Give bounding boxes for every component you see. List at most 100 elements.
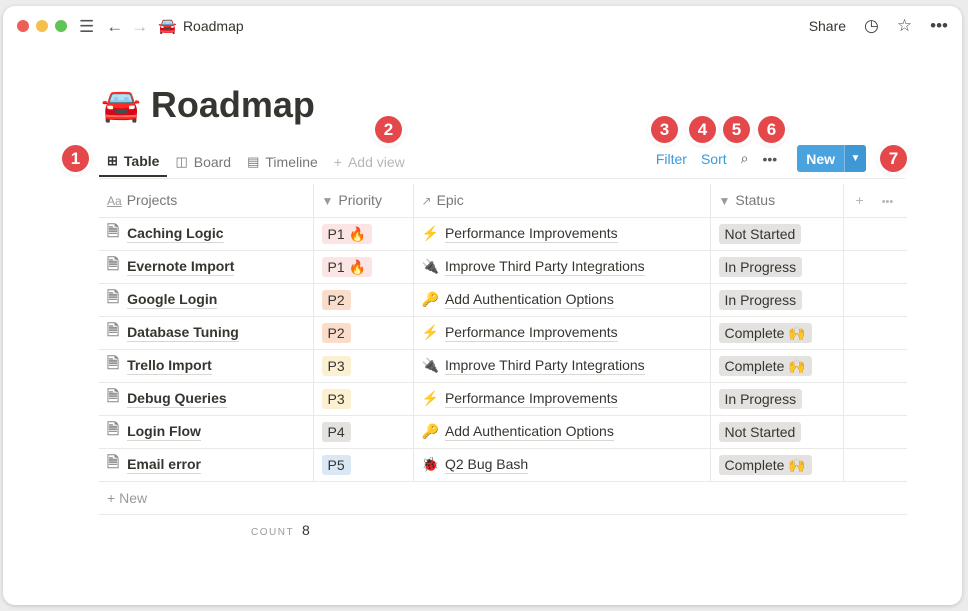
status-cell[interactable]: Complete 🙌: [710, 349, 844, 383]
priority-tag: P2: [321, 322, 351, 343]
tab-timeline[interactable]: ▤ Timeline: [239, 147, 326, 177]
status-cell[interactable]: Complete 🙌: [710, 316, 844, 350]
priority-cell[interactable]: P2: [313, 283, 414, 317]
table-row[interactable]: 🗎 Login Flow P4 🔑 Add Authentication Options…: [99, 415, 907, 449]
priority-cell[interactable]: P2: [313, 316, 414, 350]
status-cell[interactable]: In Progress: [710, 250, 844, 284]
epic-cell[interactable]: ⚡ Performance Improvements: [413, 316, 711, 350]
epic-emoji-icon: ⚡: [421, 390, 439, 406]
column-header-priority[interactable]: ▼ Priority: [313, 184, 414, 218]
project-cell[interactable]: 🗎 Debug Queries: [99, 382, 314, 416]
project-name[interactable]: Debug Queries: [127, 390, 227, 408]
back-arrow-icon[interactable]: ←: [106, 18, 123, 35]
epic-emoji-icon: 🐞: [421, 456, 439, 472]
project-cell[interactable]: 🗎 Database Tuning: [99, 316, 314, 350]
priority-cell[interactable]: P3: [313, 349, 414, 383]
column-header-epic[interactable]: ↗ Epic: [413, 184, 711, 218]
maximize-window-button[interactable]: [55, 20, 67, 32]
project-cell[interactable]: 🗎 Google Login: [99, 283, 314, 317]
count-summary[interactable]: COUNT 8: [251, 522, 310, 538]
priority-cell[interactable]: P3: [313, 382, 414, 416]
project-name[interactable]: Trello Import: [127, 357, 212, 375]
search-icon[interactable]: ⌕: [741, 150, 749, 167]
breadcrumb[interactable]: 🚘 Roadmap: [158, 17, 243, 35]
annotation-badge-5: 5: [723, 116, 750, 143]
project-name[interactable]: Email error: [127, 456, 201, 474]
project-cell[interactable]: 🗎 Caching Logic: [99, 217, 314, 251]
close-window-button[interactable]: [17, 20, 29, 32]
epic-cell[interactable]: 🔌 Improve Third Party Integrations: [413, 250, 711, 284]
epic-link[interactable]: Performance Improvements: [444, 390, 618, 408]
star-icon[interactable]: ☆: [897, 16, 912, 36]
column-header-projects[interactable]: Aa Projects: [99, 184, 314, 218]
filter-button[interactable]: Filter: [656, 151, 687, 167]
share-button[interactable]: Share: [809, 18, 846, 34]
status-cell[interactable]: Not Started: [710, 217, 844, 251]
project-cell[interactable]: 🗎 Evernote Import: [99, 250, 314, 284]
new-row[interactable]: + New: [99, 481, 907, 515]
chevron-down-icon[interactable]: ▼: [844, 145, 866, 172]
table-row[interactable]: 🗎 Database Tuning P2 ⚡ Performance Improveme…: [99, 316, 907, 350]
add-view-button[interactable]: + Add view: [326, 147, 413, 177]
project-cell[interactable]: 🗎 Trello Import: [99, 349, 314, 383]
minimize-window-button[interactable]: [36, 20, 48, 32]
empty-cell: [843, 283, 907, 317]
epic-link[interactable]: Improve Third Party Integrations: [444, 357, 645, 375]
epic-link[interactable]: Add Authentication Options: [444, 291, 614, 309]
epic-cell[interactable]: 🔌 Improve Third Party Integrations: [413, 349, 711, 383]
sort-button[interactable]: Sort: [701, 151, 727, 167]
table-row[interactable]: 🗎 Caching Logic P1 🔥 ⚡ Performance Improveme…: [99, 217, 907, 251]
epic-cell[interactable]: 🐞 Q2 Bug Bash: [413, 448, 711, 482]
priority-cell[interactable]: P5: [313, 448, 414, 482]
epic-link[interactable]: Add Authentication Options: [444, 423, 614, 441]
project-name[interactable]: Database Tuning: [127, 324, 239, 342]
epic-link[interactable]: Q2 Bug Bash: [444, 456, 529, 474]
table-row[interactable]: 🗎 Trello Import P3 🔌 Improve Third Party Int…: [99, 349, 907, 383]
epic-cell[interactable]: ⚡ Performance Improvements: [413, 382, 711, 416]
epic-emoji-icon: 🔌: [421, 357, 439, 373]
column-label: Epic: [436, 192, 464, 209]
project-cell[interactable]: 🗎 Email error: [99, 448, 314, 482]
timeline-icon: ▤: [247, 154, 260, 169]
project-name[interactable]: Login Flow: [127, 423, 201, 441]
epic-emoji-icon: 🔌: [421, 258, 439, 274]
project-name[interactable]: Google Login: [127, 291, 218, 309]
clock-icon[interactable]: ◷: [864, 16, 879, 36]
menu-icon[interactable]: ☰: [79, 18, 94, 35]
ellipsis-icon[interactable]: •••: [762, 151, 777, 167]
ellipsis-icon[interactable]: •••: [882, 196, 894, 208]
epic-link[interactable]: Performance Improvements: [444, 324, 618, 342]
priority-cell[interactable]: P1 🔥: [313, 217, 414, 251]
project-name[interactable]: Evernote Import: [127, 258, 235, 276]
tab-board[interactable]: ◫ Board: [167, 147, 239, 177]
table-row[interactable]: 🗎 Google Login P2 🔑 Add Authentication Optio…: [99, 283, 907, 317]
column-label: Priority: [338, 192, 382, 209]
priority-cell[interactable]: P1 🔥: [313, 250, 414, 284]
status-cell[interactable]: Complete 🙌: [710, 448, 844, 482]
epic-link[interactable]: Improve Third Party Integrations: [444, 258, 645, 276]
epic-cell[interactable]: 🔑 Add Authentication Options: [413, 415, 711, 449]
epic-link[interactable]: Performance Improvements: [444, 225, 618, 243]
forward-arrow-icon[interactable]: →: [131, 18, 148, 35]
table-row[interactable]: 🗎 Evernote Import P1 🔥 🔌 Improve Third Party…: [99, 250, 907, 284]
ellipsis-icon[interactable]: •••: [930, 16, 948, 36]
annotation-badge-7: 7: [880, 145, 907, 172]
table-row[interactable]: 🗎 Email error P5 🐞 Q2 Bug Bash Complete 🙌: [99, 448, 907, 482]
new-button[interactable]: New: [797, 145, 844, 172]
status-cell[interactable]: Not Started: [710, 415, 844, 449]
project-name[interactable]: Caching Logic: [127, 225, 224, 243]
priority-cell[interactable]: P4: [313, 415, 414, 449]
epic-emoji-icon: 🔑: [421, 291, 439, 307]
add-property-icon[interactable]: +: [856, 192, 864, 208]
page-title[interactable]: 🚘 Roadmap: [101, 84, 315, 126]
status-cell[interactable]: In Progress: [710, 283, 844, 317]
epic-cell[interactable]: ⚡ Performance Improvements: [413, 217, 711, 251]
column-header-status[interactable]: ▼ Status: [710, 184, 844, 218]
tab-table[interactable]: ⊞ Table: [99, 147, 168, 177]
table-icon: ⊞: [107, 153, 118, 168]
table-row[interactable]: 🗎 Debug Queries P3 ⚡ Performance Improvement…: [99, 382, 907, 416]
status-cell[interactable]: In Progress: [710, 382, 844, 416]
status-tag: In Progress: [718, 388, 803, 409]
epic-cell[interactable]: 🔑 Add Authentication Options: [413, 283, 711, 317]
project-cell[interactable]: 🗎 Login Flow: [99, 415, 314, 449]
